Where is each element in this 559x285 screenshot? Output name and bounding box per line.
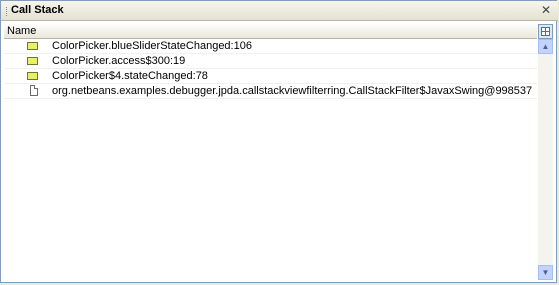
stack-frame-row[interactable]: ColorPicker$4.stateChanged:78 bbox=[4, 69, 537, 84]
hidden-frames-icon bbox=[30, 85, 38, 96]
vertical-scrollbar[interactable]: ▲ ▼ bbox=[538, 39, 553, 280]
stack-frame-icon bbox=[27, 72, 38, 80]
stack-frame-row[interactable]: ColorPicker.access$300:19 bbox=[4, 54, 537, 69]
stack-frame-label: ColorPicker.access$300:19 bbox=[52, 55, 186, 67]
column-chooser-button[interactable] bbox=[538, 24, 553, 39]
stack-frame-label: ColorPicker.blueSliderStateChanged:106 bbox=[52, 40, 252, 52]
window-title: Call Stack bbox=[11, 4, 64, 16]
column-header-label: Name bbox=[7, 25, 37, 37]
scroll-down-button[interactable]: ▼ bbox=[538, 265, 553, 280]
scroll-up-button[interactable]: ▲ bbox=[538, 39, 553, 54]
stack-frame-label: ColorPicker$4.stateChanged:78 bbox=[52, 70, 208, 82]
stack-frame-row[interactable]: ColorPicker.blueSliderStateChanged:106 bbox=[4, 39, 537, 54]
close-icon[interactable]: ✕ bbox=[540, 4, 552, 16]
stack-frame-icon bbox=[27, 42, 38, 50]
table-columns-icon bbox=[541, 27, 550, 36]
hidden-frames-row[interactable]: org.netbeans.examples.debugger.jpda.call… bbox=[4, 84, 537, 99]
stack-frame-icon bbox=[27, 57, 38, 65]
drag-grip-icon[interactable] bbox=[6, 7, 9, 16]
column-header-name[interactable]: Name bbox=[4, 24, 537, 39]
window-titlebar[interactable]: Call Stack ✕ bbox=[1, 1, 558, 21]
stack-frame-label: org.netbeans.examples.debugger.jpda.call… bbox=[52, 85, 533, 97]
call-stack-list: ColorPicker.blueSliderStateChanged:106 C… bbox=[4, 39, 537, 280]
